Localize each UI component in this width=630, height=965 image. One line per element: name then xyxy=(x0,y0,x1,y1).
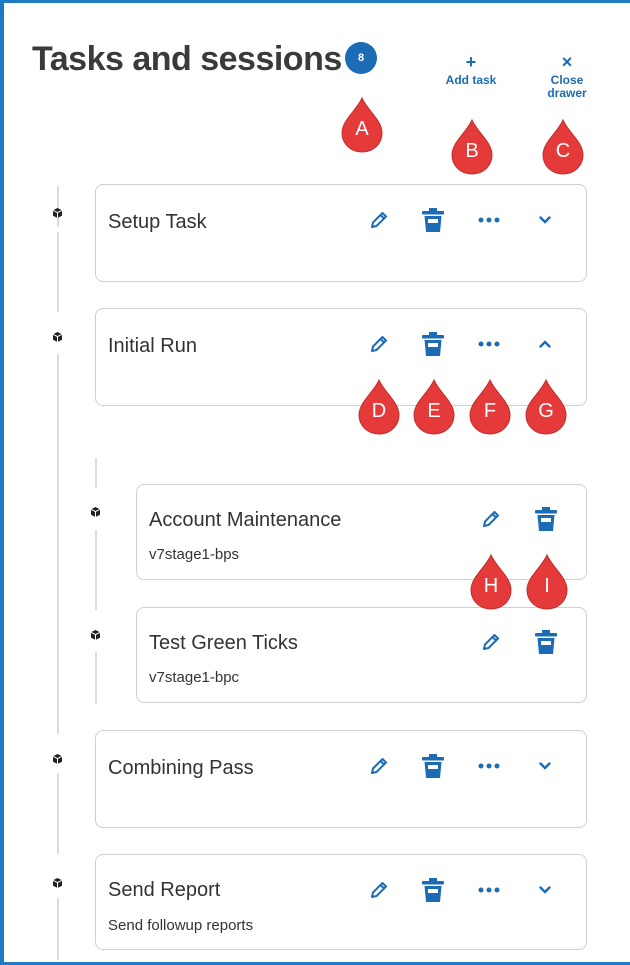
cube-icon xyxy=(53,208,62,218)
edit-task-button[interactable] xyxy=(364,329,394,359)
callout-marker: I xyxy=(524,553,570,611)
close-icon: × xyxy=(561,52,573,72)
trash-icon xyxy=(421,877,445,903)
session-title: Account Maintenance xyxy=(149,509,342,531)
callout-marker: E xyxy=(411,378,457,436)
more-icon xyxy=(478,217,500,223)
timeline-line xyxy=(57,774,59,854)
task-subtitle: Send followup reports xyxy=(108,917,254,934)
task-title: Send Report xyxy=(108,879,221,901)
timeline-line xyxy=(57,186,59,226)
delete-task-button[interactable] xyxy=(418,751,448,781)
task-card[interactable]: Setup Task xyxy=(95,184,587,282)
pencil-icon xyxy=(480,631,502,653)
callout-letter: G xyxy=(538,400,554,422)
cube-icon xyxy=(53,878,62,888)
more-icon xyxy=(478,763,500,769)
cube-icon xyxy=(53,754,62,764)
trash-icon xyxy=(421,753,445,779)
expand-task-button[interactable] xyxy=(530,875,560,905)
session-subtitle: v7stage1-bps xyxy=(149,546,240,563)
callout-letter: C xyxy=(555,140,571,162)
callout-marker: H xyxy=(468,553,514,611)
more-icon xyxy=(478,341,500,347)
trash-icon xyxy=(534,629,558,655)
session-timeline-line xyxy=(95,458,97,488)
callout-letter: F xyxy=(483,400,497,422)
task-title: Setup Task xyxy=(108,211,207,233)
task-title: Combining Pass xyxy=(108,757,254,779)
count-badge: 8 xyxy=(345,42,377,74)
cube-icon xyxy=(91,630,100,640)
delete-task-button[interactable] xyxy=(418,205,448,235)
add-task-label: Add task xyxy=(445,73,497,87)
trash-icon xyxy=(421,331,445,357)
chevron-down-icon xyxy=(539,886,551,894)
delete-task-button[interactable] xyxy=(418,329,448,359)
more-icon xyxy=(478,887,500,893)
trash-icon xyxy=(534,506,558,532)
callout-letter: E xyxy=(427,400,441,422)
close-drawer-button[interactable]: × Close drawer xyxy=(538,52,596,100)
page-title: Tasks and sessions xyxy=(32,40,342,78)
edit-task-button[interactable] xyxy=(364,205,394,235)
pencil-icon xyxy=(368,333,390,355)
task-title: Initial Run xyxy=(108,335,197,357)
session-card[interactable]: Test Green Ticks v7stage1-bpc xyxy=(136,607,587,703)
edit-task-button[interactable] xyxy=(364,751,394,781)
edit-task-button[interactable] xyxy=(364,875,394,905)
callout-marker: B xyxy=(449,118,495,176)
pencil-icon xyxy=(480,508,502,530)
session-timeline-line xyxy=(95,530,97,610)
pencil-icon xyxy=(368,209,390,231)
timeline-line xyxy=(57,898,59,960)
task-card[interactable]: Send Report Send followup reports xyxy=(95,854,587,950)
session-title: Test Green Ticks xyxy=(149,632,298,654)
more-options-button[interactable] xyxy=(474,875,504,905)
session-timeline-line xyxy=(95,652,97,704)
task-card[interactable]: Initial Run xyxy=(95,308,587,406)
more-options-button[interactable] xyxy=(474,751,504,781)
callout-marker: G xyxy=(523,378,569,436)
task-card[interactable]: Combining Pass xyxy=(95,730,587,828)
delete-task-button[interactable] xyxy=(418,875,448,905)
callout-letter: H xyxy=(483,575,499,597)
delete-session-button[interactable] xyxy=(531,627,561,657)
callout-marker: A xyxy=(339,96,385,154)
cube-icon xyxy=(91,507,100,517)
delete-session-button[interactable] xyxy=(531,504,561,534)
chevron-up-icon xyxy=(539,340,551,348)
callout-letter: D xyxy=(371,400,387,422)
expand-task-button[interactable] xyxy=(530,751,560,781)
session-subtitle: v7stage1-bpc xyxy=(149,669,240,686)
session-card[interactable]: Account Maintenance v7stage1-bps xyxy=(136,484,587,580)
expand-task-button[interactable] xyxy=(530,205,560,235)
trash-icon xyxy=(421,207,445,233)
pencil-icon xyxy=(368,879,390,901)
callout-letter: I xyxy=(544,575,550,597)
callout-marker: D xyxy=(356,378,402,436)
more-options-button[interactable] xyxy=(474,205,504,235)
add-task-button[interactable]: + Add task xyxy=(438,52,504,87)
timeline-line xyxy=(57,354,59,734)
callout-letter: B xyxy=(465,140,479,162)
chevron-down-icon xyxy=(539,216,551,224)
more-options-button[interactable] xyxy=(474,329,504,359)
pencil-icon xyxy=(368,755,390,777)
edit-session-button[interactable] xyxy=(476,627,506,657)
chevron-down-icon xyxy=(539,762,551,770)
edit-session-button[interactable] xyxy=(476,504,506,534)
callout-letter: A xyxy=(355,118,369,140)
cube-icon xyxy=(53,332,62,342)
collapse-task-button[interactable] xyxy=(530,329,560,359)
close-drawer-label: Close drawer xyxy=(547,73,587,100)
callout-marker: C xyxy=(540,118,586,176)
plus-icon: + xyxy=(465,52,477,72)
callout-marker: F xyxy=(467,378,513,436)
timeline-line xyxy=(57,232,59,312)
